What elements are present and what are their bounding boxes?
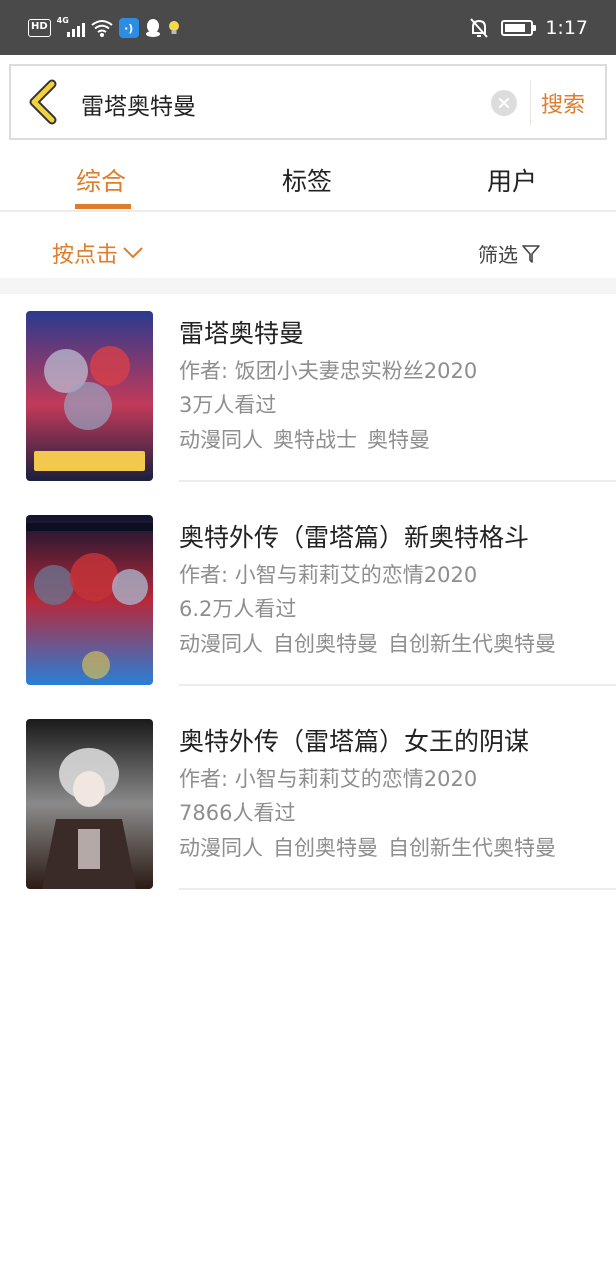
status-icons-left: HD 4G ·) xyxy=(28,16,181,40)
item-views: 6.2万人看过 xyxy=(179,597,297,621)
item-tags: 动漫同人 自创奥特曼 自创新生代奥特曼 xyxy=(179,832,556,862)
tag[interactable]: 动漫同人 xyxy=(179,424,263,454)
back-arrow-icon[interactable] xyxy=(25,78,61,126)
tab-all[interactable]: 综合 xyxy=(76,162,126,198)
tab-users[interactable]: 用户 xyxy=(487,162,537,198)
cover-image[interactable] xyxy=(26,311,153,481)
battery-icon xyxy=(501,20,537,36)
chevron-down-icon xyxy=(123,247,143,259)
filter-label: 筛选 xyxy=(478,243,518,267)
clock: 1:17 xyxy=(545,17,588,39)
divider xyxy=(179,480,616,482)
tag[interactable]: 自创新生代奥特曼 xyxy=(388,628,556,658)
item-author[interactable]: 作者: 小智与莉莉艾的恋情2020 xyxy=(179,559,477,589)
status-bar: HD 4G ·) 1:17 xyxy=(0,0,616,55)
filter-bar: 按点击 筛选 xyxy=(0,212,616,278)
list-item[interactable]: 奥特外传（雷塔篇）女王的阴谋 作者: 小智与莉莉艾的恋情2020 7866人看过… xyxy=(0,702,616,906)
tag[interactable]: 自创奥特曼 xyxy=(273,628,378,658)
bulb-icon xyxy=(168,21,179,34)
divider xyxy=(530,80,531,126)
item-tags: 动漫同人 奥特战士 奥特曼 xyxy=(179,424,430,454)
results-list: 雷塔奥特曼 作者: 饭团小夫妻忠实粉丝2020 3万人看过 动漫同人 奥特战士 … xyxy=(0,294,616,906)
close-icon xyxy=(498,97,510,109)
tag[interactable]: 动漫同人 xyxy=(179,832,263,862)
tag[interactable]: 动漫同人 xyxy=(179,628,263,658)
item-views: 7866人看过 xyxy=(179,801,296,825)
item-author[interactable]: 作者: 小智与莉莉艾的恋情2020 xyxy=(179,763,477,793)
active-tab-indicator xyxy=(75,204,131,209)
section-divider xyxy=(0,278,616,294)
divider xyxy=(179,684,616,686)
qq-icon xyxy=(145,19,160,37)
item-title[interactable]: 奥特外传（雷塔篇）新奥特格斗 xyxy=(179,518,529,554)
tag[interactable]: 自创新生代奥特曼 xyxy=(388,832,556,862)
search-button[interactable]: 搜索 xyxy=(541,87,585,119)
tag[interactable]: 奥特战士 xyxy=(273,424,357,454)
search-header: 雷塔奥特曼 搜索 xyxy=(0,55,616,144)
search-input[interactable]: 雷塔奥特曼 xyxy=(81,87,196,121)
status-icons-right: 1:17 xyxy=(469,15,588,41)
cover-image[interactable] xyxy=(26,719,153,889)
item-title[interactable]: 雷塔奥特曼 xyxy=(179,314,304,350)
tag[interactable]: 自创奥特曼 xyxy=(273,832,378,862)
item-author[interactable]: 作者: 饭团小夫妻忠实粉丝2020 xyxy=(179,355,477,385)
clear-search-button[interactable] xyxy=(491,90,517,116)
tag[interactable]: 奥特曼 xyxy=(367,424,430,454)
divider xyxy=(179,888,616,890)
item-views: 3万人看过 xyxy=(179,393,277,417)
search-bar: 雷塔奥特曼 搜索 xyxy=(9,64,607,140)
filter-button[interactable]: 筛选 xyxy=(478,239,541,268)
wifi-icon xyxy=(91,20,113,37)
list-item[interactable]: 雷塔奥特曼 作者: 饭团小夫妻忠实粉丝2020 3万人看过 动漫同人 奥特战士 … xyxy=(0,294,616,498)
tab-tags[interactable]: 标签 xyxy=(282,162,332,198)
sort-dropdown[interactable]: 按点击 xyxy=(52,237,144,269)
item-tags: 动漫同人 自创奥特曼 自创新生代奥特曼 xyxy=(179,628,556,658)
funnel-icon xyxy=(522,244,540,263)
cover-image[interactable] xyxy=(26,515,153,685)
sort-label: 按点击 xyxy=(52,243,119,268)
app-notification-icon: ·) xyxy=(118,18,139,38)
cellular-signal-icon: 4G xyxy=(57,16,85,38)
mute-bell-icon xyxy=(470,18,489,38)
item-title[interactable]: 奥特外传（雷塔篇）女王的阴谋 xyxy=(179,722,529,758)
tab-bar: 综合 标签 用户 xyxy=(0,144,616,212)
hd-icon: HD xyxy=(28,19,51,37)
list-item[interactable]: 奥特外传（雷塔篇）新奥特格斗 作者: 小智与莉莉艾的恋情2020 6.2万人看过… xyxy=(0,498,616,702)
